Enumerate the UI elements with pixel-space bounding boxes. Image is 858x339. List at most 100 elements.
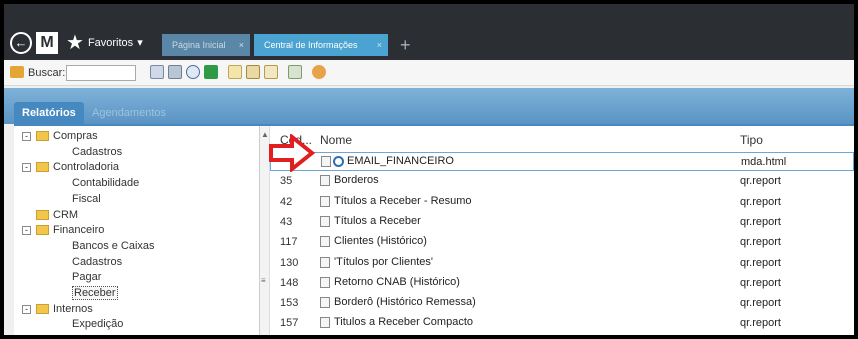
main-panel: - Compras Cadastros - Controladoria Contabili… bbox=[14, 124, 854, 335]
cell-nome: Clientes (Histórico) bbox=[334, 235, 427, 248]
star-icon: ★ bbox=[66, 32, 84, 54]
cell-tipo: qr.report bbox=[740, 297, 781, 310]
cell-nome: EMAIL_FINANCEIRO bbox=[347, 155, 454, 167]
cell-nome: Borderô (Histórico Remessa) bbox=[334, 296, 476, 309]
favorites-menu[interactable]: ★ Favoritos ▾ bbox=[66, 32, 143, 54]
reports-header: Relatórios Agendamentos bbox=[4, 88, 854, 124]
tree-item-label: Cadastros bbox=[72, 145, 123, 158]
tree-item[interactable]: - Compras bbox=[22, 130, 98, 143]
tree-item[interactable]: - Financeiro bbox=[22, 224, 104, 237]
tab-label: Central de Informações bbox=[264, 40, 358, 50]
cell-nome: Títulos a Receber bbox=[334, 214, 421, 227]
tree-item-label: Compras bbox=[53, 130, 98, 142]
table-row[interactable]: 35 Borderos qr.report bbox=[270, 172, 854, 191]
table-row[interactable]: EMAIL_FINANCEIRO mda.html bbox=[270, 152, 854, 171]
cell-nome: Títulos a Receber - Resumo bbox=[334, 194, 472, 207]
app-logo: M bbox=[36, 32, 58, 54]
tree-item-label: Fiscal bbox=[72, 192, 101, 205]
scroll-grip-icon[interactable]: ≡ bbox=[261, 276, 266, 285]
cell-nome: 'Títulos por Clientes' bbox=[334, 255, 433, 268]
settings-icon[interactable] bbox=[312, 65, 326, 79]
new-report-icon[interactable] bbox=[150, 65, 164, 79]
tree-item[interactable]: Bancos e Caixas bbox=[72, 240, 155, 253]
back-icon[interactable]: ← bbox=[10, 32, 32, 54]
report-icon bbox=[320, 195, 330, 207]
cell-tipo: qr.report bbox=[740, 276, 781, 289]
table-row[interactable]: 43 Títulos a Receber qr.report bbox=[270, 213, 854, 232]
tab-agendamentos[interactable]: Agendamentos bbox=[84, 102, 174, 124]
category-tree: - Compras Cadastros - Controladoria Contabili… bbox=[14, 126, 260, 335]
cell-nome: Titulos a Receber Compacto bbox=[334, 316, 473, 329]
report-icon bbox=[320, 317, 330, 329]
collapse-icon[interactable]: - bbox=[22, 304, 31, 314]
title-bar: ← M ★ Favoritos ▾ Página Inicial × Centr… bbox=[4, 4, 854, 60]
cell-nome: Retorno CNAB (Histórico) bbox=[334, 275, 460, 288]
tree-item-label: Pagar bbox=[72, 271, 102, 284]
excel-icon[interactable] bbox=[204, 65, 218, 79]
open-file-icon[interactable] bbox=[228, 65, 242, 79]
cell-nome: Borderos bbox=[334, 174, 379, 187]
tree-item-label: Controladoria bbox=[53, 161, 120, 174]
tab-central-de-informacoes[interactable]: Central de Informações × bbox=[254, 34, 388, 56]
cell-codigo: 117 bbox=[280, 236, 298, 249]
cell-tipo: qr.report bbox=[740, 175, 781, 188]
collapse-icon[interactable]: - bbox=[22, 163, 31, 173]
tree-item[interactable]: Fiscal bbox=[72, 193, 101, 206]
add-tab-icon[interactable]: + bbox=[400, 34, 411, 56]
app-window: ← M ★ Favoritos ▾ Página Inicial × Centr… bbox=[4, 4, 854, 335]
table-row[interactable]: 117 Clientes (Histórico) qr.report bbox=[270, 233, 854, 252]
cell-tipo: qr.report bbox=[740, 236, 781, 249]
folder-icon bbox=[36, 131, 49, 142]
reports-grid: Cód... Nome Tipo EMAIL_FINANCEIROmda.htm… bbox=[270, 126, 854, 335]
toolbar: Buscar: bbox=[4, 60, 854, 86]
export-icon[interactable] bbox=[288, 65, 302, 79]
tree-item[interactable]: Receber bbox=[72, 286, 118, 300]
folder-icon bbox=[36, 225, 49, 236]
tree-item[interactable]: Cadastros bbox=[72, 146, 122, 159]
red-arrow-icon bbox=[269, 134, 316, 172]
tree-item[interactable]: Cadastros bbox=[72, 256, 122, 269]
print-icon[interactable] bbox=[168, 65, 182, 79]
tree-item[interactable]: Expedição bbox=[72, 318, 123, 331]
table-row[interactable]: 148 Retorno CNAB (Histórico) qr.report bbox=[270, 274, 854, 293]
table-row[interactable]: 42 Títulos a Receber - Resumo qr.report bbox=[270, 193, 854, 212]
tab-relatorios[interactable]: Relatórios bbox=[14, 102, 84, 124]
search-input[interactable] bbox=[66, 65, 136, 81]
cell-tipo: qr.report bbox=[740, 256, 781, 269]
cell-tipo: mda.html bbox=[741, 156, 787, 168]
tree-item[interactable]: - Controladoria bbox=[22, 161, 119, 174]
copy-icon[interactable] bbox=[264, 65, 278, 79]
report-icon bbox=[320, 236, 330, 248]
column-header-tipo[interactable]: Tipo bbox=[740, 133, 763, 147]
edit-icon[interactable] bbox=[246, 65, 260, 79]
tree-item[interactable]: Contabilidade bbox=[72, 177, 139, 190]
report-icon bbox=[321, 156, 331, 167]
cell-codigo: 157 bbox=[280, 317, 299, 330]
folder-icon bbox=[36, 303, 49, 314]
search-label: Buscar: bbox=[28, 67, 66, 79]
table-row[interactable]: 157 Titulos a Receber Compacto qr.report bbox=[270, 314, 854, 333]
report-icon bbox=[320, 175, 330, 187]
collapse-icon[interactable]: - bbox=[22, 226, 31, 236]
tree-item[interactable]: - Internos bbox=[22, 303, 93, 316]
chevron-down-icon: ▾ bbox=[137, 37, 143, 49]
tree-item-label: Receber bbox=[72, 286, 118, 300]
column-header-nome[interactable]: Nome bbox=[320, 133, 352, 147]
cell-tipo: qr.report bbox=[740, 215, 781, 228]
tree-item-label: Cadastros bbox=[72, 255, 123, 268]
schedule-icon[interactable] bbox=[186, 65, 200, 79]
collapse-icon[interactable]: - bbox=[22, 132, 31, 141]
tree-item[interactable]: CRM bbox=[22, 209, 78, 222]
close-icon[interactable]: × bbox=[377, 34, 382, 56]
clock-icon bbox=[333, 156, 344, 167]
table-row[interactable]: 130 'Títulos por Clientes' qr.report bbox=[270, 254, 854, 273]
cell-codigo: 153 bbox=[280, 297, 299, 310]
folder-icon bbox=[36, 162, 49, 173]
cell-codigo: 148 bbox=[280, 276, 299, 289]
cell-tipo: qr.report bbox=[740, 195, 781, 208]
tab-pagina-inicial[interactable]: Página Inicial × bbox=[162, 34, 250, 56]
cell-codigo: 43 bbox=[280, 215, 293, 228]
close-icon[interactable]: × bbox=[239, 34, 244, 56]
table-row[interactable]: 153 Borderô (Histórico Remessa) qr.report bbox=[270, 294, 854, 313]
tree-item[interactable]: Pagar bbox=[72, 271, 101, 284]
